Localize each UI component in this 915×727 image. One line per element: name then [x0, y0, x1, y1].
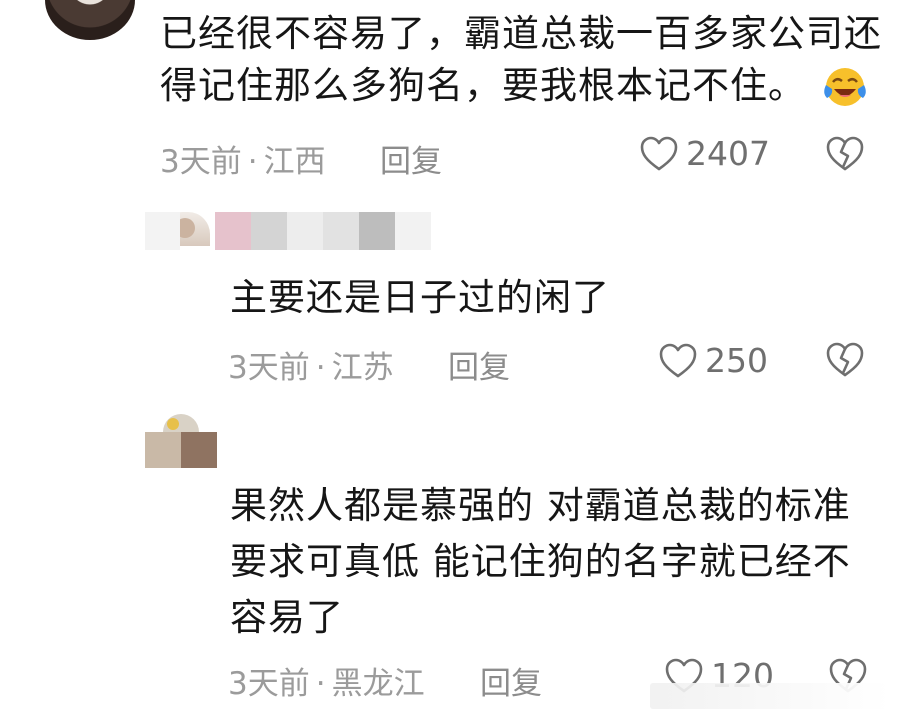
comment-line: 已经很不容易了，霸道总裁一百多家公司还 [160, 12, 882, 55]
reply-button[interactable]: 回复 [480, 658, 542, 703]
like-button[interactable]: 2407 [640, 134, 770, 173]
comment-text: 主要还是日子过的闲了 [230, 272, 610, 324]
username-blurred[interactable] [145, 212, 431, 250]
comment-meta: 3天前 · 黑龙江 [228, 658, 425, 703]
comment-text: 果然人都是慕强的 对霸道总裁的标准 要求可真低 能记住狗的名字就已经不 容易了 [230, 480, 851, 644]
dislike-icon[interactable] [825, 341, 865, 379]
watermark-strip [650, 683, 890, 709]
separator: · [315, 350, 326, 386]
timestamp: 3天前 [228, 350, 310, 386]
like-count: 250 [705, 341, 768, 380]
avatar[interactable] [145, 414, 217, 468]
separator: · [247, 144, 258, 180]
comment-line: 主要还是日子过的闲了 [230, 276, 610, 319]
comment-line: 要求可真低 能记住狗的名字就已经不 [230, 540, 851, 583]
reply-button[interactable]: 回复 [448, 342, 510, 387]
comment-line: 容易了 [230, 596, 344, 639]
laughing-tears-emoji-icon [824, 68, 866, 106]
comment-meta: 3天前 · 江西 [160, 136, 326, 181]
location: 黑龙江 [331, 666, 425, 702]
location: 江西 [263, 144, 326, 180]
comment-text: 已经很不容易了，霸道总裁一百多家公司还 得记住那么多狗名，要我根本记不住。 [160, 8, 882, 112]
separator: · [315, 666, 326, 702]
reply-button[interactable]: 回复 [380, 136, 442, 181]
comment-meta: 3天前 · 江苏 [228, 342, 394, 387]
like-count: 2407 [686, 134, 770, 173]
comment-line: 得记住那么多狗名，要我根本记不住。 [160, 64, 806, 107]
like-button[interactable]: 250 [659, 341, 768, 380]
heart-icon [659, 343, 697, 377]
heart-icon [640, 136, 678, 170]
timestamp: 3天前 [228, 666, 310, 702]
timestamp: 3天前 [160, 144, 242, 180]
dislike-icon[interactable] [825, 135, 865, 173]
location: 江苏 [331, 350, 394, 386]
avatar[interactable] [45, 0, 135, 40]
comment-line: 果然人都是慕强的 对霸道总裁的标准 [230, 484, 851, 527]
